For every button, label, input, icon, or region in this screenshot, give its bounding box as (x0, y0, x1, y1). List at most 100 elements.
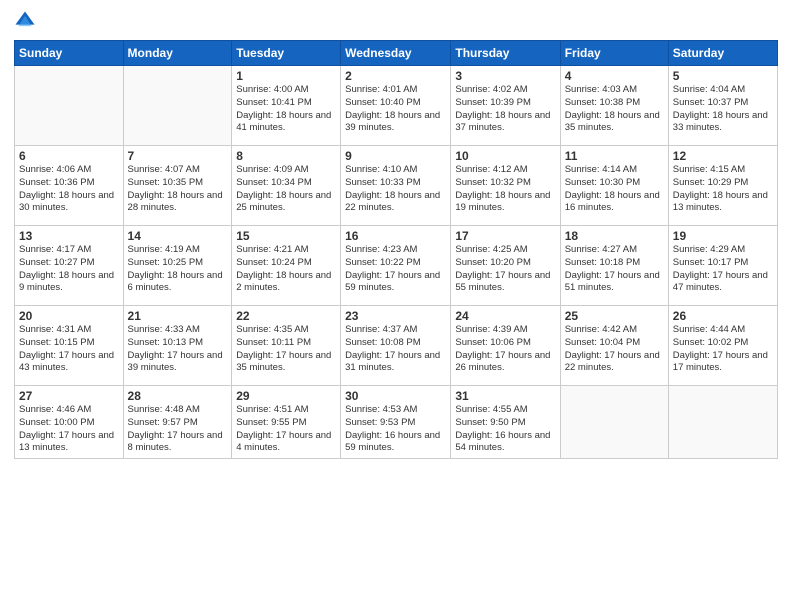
day-number: 10 (455, 149, 555, 163)
day-info: Sunrise: 4:19 AM Sunset: 10:25 PM Daylig… (128, 244, 228, 295)
day-number: 26 (673, 309, 773, 323)
day-cell: 14Sunrise: 4:19 AM Sunset: 10:25 PM Dayl… (123, 226, 232, 306)
day-cell: 19Sunrise: 4:29 AM Sunset: 10:17 PM Dayl… (668, 226, 777, 306)
week-row-4: 20Sunrise: 4:31 AM Sunset: 10:15 PM Dayl… (15, 306, 778, 386)
day-number: 1 (236, 69, 336, 83)
day-cell (668, 386, 777, 459)
day-cell: 6Sunrise: 4:06 AM Sunset: 10:36 PM Dayli… (15, 146, 124, 226)
calendar: SundayMondayTuesdayWednesdayThursdayFrid… (14, 40, 778, 459)
day-number: 7 (128, 149, 228, 163)
weekday-header-tuesday: Tuesday (232, 41, 341, 66)
day-info: Sunrise: 4:23 AM Sunset: 10:22 PM Daylig… (345, 244, 446, 295)
day-info: Sunrise: 4:51 AM Sunset: 9:55 PM Dayligh… (236, 404, 336, 455)
day-number: 3 (455, 69, 555, 83)
day-number: 2 (345, 69, 446, 83)
day-number: 23 (345, 309, 446, 323)
day-info: Sunrise: 4:00 AM Sunset: 10:41 PM Daylig… (236, 84, 336, 135)
day-cell: 7Sunrise: 4:07 AM Sunset: 10:35 PM Dayli… (123, 146, 232, 226)
day-number: 6 (19, 149, 119, 163)
day-info: Sunrise: 4:27 AM Sunset: 10:18 PM Daylig… (565, 244, 664, 295)
day-number: 19 (673, 229, 773, 243)
day-cell: 16Sunrise: 4:23 AM Sunset: 10:22 PM Dayl… (341, 226, 451, 306)
day-info: Sunrise: 4:17 AM Sunset: 10:27 PM Daylig… (19, 244, 119, 295)
day-cell: 18Sunrise: 4:27 AM Sunset: 10:18 PM Dayl… (560, 226, 668, 306)
day-info: Sunrise: 4:37 AM Sunset: 10:08 PM Daylig… (345, 324, 446, 375)
day-cell: 9Sunrise: 4:10 AM Sunset: 10:33 PM Dayli… (341, 146, 451, 226)
day-info: Sunrise: 4:48 AM Sunset: 9:57 PM Dayligh… (128, 404, 228, 455)
day-cell: 11Sunrise: 4:14 AM Sunset: 10:30 PM Dayl… (560, 146, 668, 226)
day-number: 31 (455, 389, 555, 403)
day-info: Sunrise: 4:44 AM Sunset: 10:02 PM Daylig… (673, 324, 773, 375)
day-number: 4 (565, 69, 664, 83)
day-info: Sunrise: 4:15 AM Sunset: 10:29 PM Daylig… (673, 164, 773, 215)
header (14, 10, 778, 32)
day-number: 21 (128, 309, 228, 323)
logo-icon (14, 10, 36, 32)
day-cell: 17Sunrise: 4:25 AM Sunset: 10:20 PM Dayl… (451, 226, 560, 306)
day-info: Sunrise: 4:10 AM Sunset: 10:33 PM Daylig… (345, 164, 446, 215)
day-cell: 31Sunrise: 4:55 AM Sunset: 9:50 PM Dayli… (451, 386, 560, 459)
day-number: 13 (19, 229, 119, 243)
day-cell: 28Sunrise: 4:48 AM Sunset: 9:57 PM Dayli… (123, 386, 232, 459)
day-cell (560, 386, 668, 459)
day-info: Sunrise: 4:12 AM Sunset: 10:32 PM Daylig… (455, 164, 555, 215)
day-info: Sunrise: 4:46 AM Sunset: 10:00 PM Daylig… (19, 404, 119, 455)
week-row-5: 27Sunrise: 4:46 AM Sunset: 10:00 PM Dayl… (15, 386, 778, 459)
day-cell (123, 66, 232, 146)
day-info: Sunrise: 4:53 AM Sunset: 9:53 PM Dayligh… (345, 404, 446, 455)
day-info: Sunrise: 4:25 AM Sunset: 10:20 PM Daylig… (455, 244, 555, 295)
day-cell: 5Sunrise: 4:04 AM Sunset: 10:37 PM Dayli… (668, 66, 777, 146)
weekday-header-saturday: Saturday (668, 41, 777, 66)
day-info: Sunrise: 4:29 AM Sunset: 10:17 PM Daylig… (673, 244, 773, 295)
day-cell: 2Sunrise: 4:01 AM Sunset: 10:40 PM Dayli… (341, 66, 451, 146)
logo (14, 10, 38, 32)
day-info: Sunrise: 4:02 AM Sunset: 10:39 PM Daylig… (455, 84, 555, 135)
day-info: Sunrise: 4:09 AM Sunset: 10:34 PM Daylig… (236, 164, 336, 215)
week-row-3: 13Sunrise: 4:17 AM Sunset: 10:27 PM Dayl… (15, 226, 778, 306)
day-cell: 27Sunrise: 4:46 AM Sunset: 10:00 PM Dayl… (15, 386, 124, 459)
weekday-header-sunday: Sunday (15, 41, 124, 66)
day-info: Sunrise: 4:33 AM Sunset: 10:13 PM Daylig… (128, 324, 228, 375)
day-cell: 29Sunrise: 4:51 AM Sunset: 9:55 PM Dayli… (232, 386, 341, 459)
day-number: 17 (455, 229, 555, 243)
week-row-1: 1Sunrise: 4:00 AM Sunset: 10:41 PM Dayli… (15, 66, 778, 146)
day-number: 24 (455, 309, 555, 323)
day-cell: 13Sunrise: 4:17 AM Sunset: 10:27 PM Dayl… (15, 226, 124, 306)
day-number: 28 (128, 389, 228, 403)
weekday-header-friday: Friday (560, 41, 668, 66)
day-info: Sunrise: 4:01 AM Sunset: 10:40 PM Daylig… (345, 84, 446, 135)
day-info: Sunrise: 4:06 AM Sunset: 10:36 PM Daylig… (19, 164, 119, 215)
day-cell: 23Sunrise: 4:37 AM Sunset: 10:08 PM Dayl… (341, 306, 451, 386)
day-number: 20 (19, 309, 119, 323)
day-cell: 1Sunrise: 4:00 AM Sunset: 10:41 PM Dayli… (232, 66, 341, 146)
day-info: Sunrise: 4:35 AM Sunset: 10:11 PM Daylig… (236, 324, 336, 375)
day-number: 25 (565, 309, 664, 323)
day-cell: 3Sunrise: 4:02 AM Sunset: 10:39 PM Dayli… (451, 66, 560, 146)
day-number: 5 (673, 69, 773, 83)
page: SundayMondayTuesdayWednesdayThursdayFrid… (0, 0, 792, 612)
day-cell: 20Sunrise: 4:31 AM Sunset: 10:15 PM Dayl… (15, 306, 124, 386)
day-number: 27 (19, 389, 119, 403)
weekday-header-row: SundayMondayTuesdayWednesdayThursdayFrid… (15, 41, 778, 66)
day-info: Sunrise: 4:21 AM Sunset: 10:24 PM Daylig… (236, 244, 336, 295)
day-cell: 26Sunrise: 4:44 AM Sunset: 10:02 PM Dayl… (668, 306, 777, 386)
day-number: 15 (236, 229, 336, 243)
weekday-header-monday: Monday (123, 41, 232, 66)
day-info: Sunrise: 4:42 AM Sunset: 10:04 PM Daylig… (565, 324, 664, 375)
day-info: Sunrise: 4:03 AM Sunset: 10:38 PM Daylig… (565, 84, 664, 135)
day-number: 18 (565, 229, 664, 243)
day-number: 29 (236, 389, 336, 403)
day-cell: 15Sunrise: 4:21 AM Sunset: 10:24 PM Dayl… (232, 226, 341, 306)
day-cell: 30Sunrise: 4:53 AM Sunset: 9:53 PM Dayli… (341, 386, 451, 459)
day-info: Sunrise: 4:55 AM Sunset: 9:50 PM Dayligh… (455, 404, 555, 455)
week-row-2: 6Sunrise: 4:06 AM Sunset: 10:36 PM Dayli… (15, 146, 778, 226)
day-cell: 10Sunrise: 4:12 AM Sunset: 10:32 PM Dayl… (451, 146, 560, 226)
day-number: 12 (673, 149, 773, 163)
day-info: Sunrise: 4:04 AM Sunset: 10:37 PM Daylig… (673, 84, 773, 135)
day-cell: 24Sunrise: 4:39 AM Sunset: 10:06 PM Dayl… (451, 306, 560, 386)
day-number: 8 (236, 149, 336, 163)
day-cell: 21Sunrise: 4:33 AM Sunset: 10:13 PM Dayl… (123, 306, 232, 386)
day-info: Sunrise: 4:14 AM Sunset: 10:30 PM Daylig… (565, 164, 664, 215)
weekday-header-thursday: Thursday (451, 41, 560, 66)
day-number: 22 (236, 309, 336, 323)
